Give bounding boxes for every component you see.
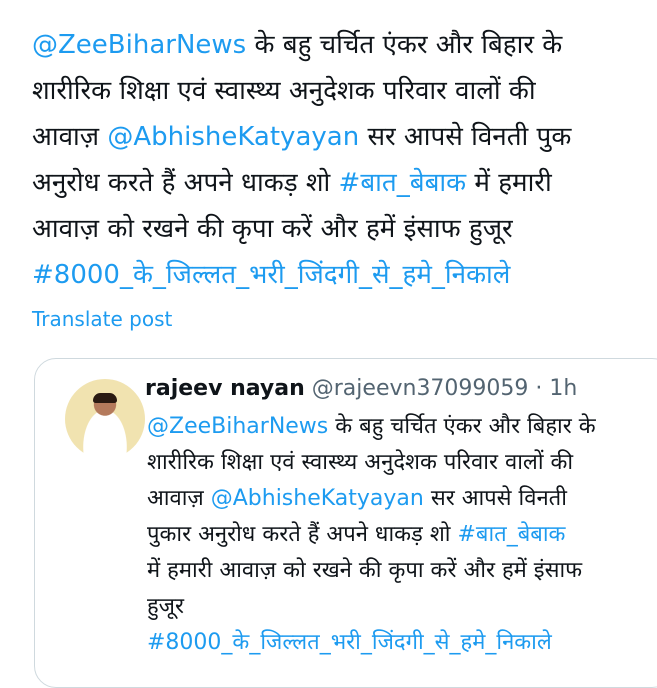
text-line: अनुरोध करते हैं अपने धाकड़ शो #बात_बेबाक…	[32, 160, 652, 206]
text-line: आवाज़ को रखने की कृपा करें और हमें इंसाफ…	[32, 206, 652, 252]
mention-link[interactable]: @ZeeBiharNews	[32, 30, 246, 60]
hashtag-link[interactable]: #8000_के_जिल्लत_भरी_जिंदगी_से_हमे_निकाले	[32, 260, 510, 290]
text-segment: आवाज़ को रखने की कृपा करें और हमें इंसाफ…	[32, 214, 513, 244]
text-segment: आवाज़	[147, 486, 211, 511]
text-line: शारीरिक शिक्षा एवं स्वास्थ्य अनुदेशक परि…	[147, 445, 657, 481]
avatar[interactable]	[65, 379, 145, 459]
text-line: पुकार अनुरोध करते हैं अपने धाकड़ शो #बात…	[147, 517, 657, 553]
translate-post-link[interactable]: Translate post	[32, 304, 172, 334]
text-segment: सर आपसे विनती पुक	[359, 122, 572, 152]
mention-link[interactable]: @AbhisheKatyayan	[107, 122, 359, 152]
text-line: आवाज़ @AbhisheKatyayan सर आपसे विनती पुक	[32, 114, 652, 160]
text-line: #8000_के_जिल्लत_भरी_जिंदगी_से_हमे_निकाले	[32, 252, 652, 298]
quoted-post-header: rajeev nayan @rajeevn37099059 · 1h	[145, 371, 577, 407]
text-line: @ZeeBiharNews के बहु चर्चित एंकर और बिहा…	[32, 22, 652, 68]
avatar-hair	[93, 393, 117, 403]
quoted-display-name[interactable]: rajeev nayan	[145, 376, 305, 401]
text-line: शारीरिक शिक्षा एवं स्वास्थ्य अनुदेशक परि…	[32, 68, 652, 114]
text-line: @ZeeBiharNews के बहु चर्चित एंकर और बिहा…	[147, 409, 657, 445]
text-segment: आवाज़	[32, 122, 108, 152]
text-segment: के बहु चर्चित एंकर और बिहार के	[328, 414, 596, 439]
text-segment: में हमारी आवाज़ को रखने की कृपा करें और …	[147, 558, 583, 583]
text-segment: के बहु चर्चित एंकर और बिहार के	[246, 30, 563, 60]
quoted-handle[interactable]: @rajeevn37099059	[312, 376, 529, 401]
text-line: में हमारी आवाज़ को रखने की कृपा करें और …	[147, 553, 657, 589]
hashtag-link[interactable]: #8000_के_जिल्लत_भरी_जिंदगी_से_हमे_निकाले	[147, 630, 552, 655]
mention-link[interactable]: @ZeeBiharNews	[147, 414, 328, 439]
text-segment: अनुरोध करते हैं अपने धाकड़ शो	[32, 168, 339, 198]
tweet-text: @ZeeBiharNews के बहु चर्चित एंकर और बिहा…	[32, 22, 652, 298]
quoted-post-card[interactable]: rajeev nayan @rajeevn37099059 · 1h @ZeeB…	[34, 358, 657, 688]
text-line: हुजूर	[147, 589, 657, 625]
text-segment: शारीरिक शिक्षा एवं स्वास्थ्य अनुदेशक परि…	[147, 450, 574, 475]
quoted-post-time[interactable]: 1h	[549, 376, 577, 401]
text-line: आवाज़ @AbhisheKatyayan सर आपसे विनती	[147, 481, 657, 517]
separator-dot: ·	[528, 376, 550, 401]
quoted-post-text: @ZeeBiharNews के बहु चर्चित एंकर और बिहा…	[147, 409, 657, 661]
text-segment: सर आपसे विनती	[423, 486, 567, 511]
text-line: #8000_के_जिल्लत_भरी_जिंदगी_से_हमे_निकाले	[147, 625, 657, 661]
text-segment: शारीरिक शिक्षा एवं स्वास्थ्य अनुदेशक परि…	[32, 76, 536, 106]
text-segment: हुजूर	[147, 594, 185, 619]
text-segment: पुकार अनुरोध करते हैं अपने धाकड़ शो	[147, 522, 458, 547]
mention-link[interactable]: @AbhisheKatyayan	[211, 486, 424, 511]
hashtag-link[interactable]: #बात_बेबाक	[339, 168, 467, 198]
hashtag-link[interactable]: #बात_बेबाक	[457, 522, 565, 547]
text-segment: में हमारी	[466, 168, 552, 198]
